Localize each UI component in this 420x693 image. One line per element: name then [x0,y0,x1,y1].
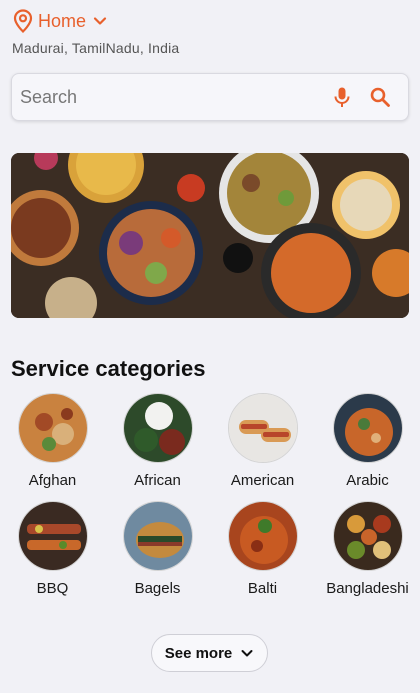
category-image[interactable] [332,393,403,463]
see-more-button[interactable]: See more [151,634,268,672]
category-label: Bagels [134,580,181,597]
category-label: Balti [247,580,278,597]
category-image[interactable] [122,393,193,463]
category-african[interactable]: African [105,393,210,489]
category-image[interactable] [17,501,88,571]
category-label: Bangladeshi [326,580,409,597]
category-label: African [134,472,181,489]
category-image[interactable] [332,501,403,571]
location-pin-icon [12,9,34,34]
search-icon[interactable] [368,85,392,109]
category-bangladeshi[interactable]: Bangladeshi [315,501,420,597]
category-label: BBQ [36,580,69,597]
category-afghan[interactable]: Afghan [0,393,105,489]
category-american[interactable]: American [210,393,315,489]
category-grid: Afghan African American Arabic BBQ Bagel… [0,393,420,597]
category-bagels[interactable]: Bagels [105,501,210,597]
category-image[interactable] [17,393,88,463]
mic-icon[interactable] [330,85,354,109]
category-label: Afghan [28,472,77,489]
search-input[interactable] [18,76,330,118]
location-selector[interactable]: Home [12,8,408,34]
location-header: Home Madurai, TamilNadu, India [12,8,408,56]
search-bar[interactable] [11,73,409,121]
chevron-down-icon[interactable] [92,13,108,29]
category-image[interactable] [122,501,193,571]
service-categories-title: Service categories [11,356,206,381]
category-balti[interactable]: Balti [210,501,315,597]
category-label: Arabic [346,472,389,489]
category-label: American [230,472,295,489]
see-more-label: See more [164,644,233,662]
category-image[interactable] [227,501,298,571]
location-address: Madurai, TamilNadu, India [12,40,180,56]
location-label[interactable]: Home [38,11,86,32]
category-arabic[interactable]: Arabic [315,393,420,489]
category-bbq[interactable]: BBQ [0,501,105,597]
food-banner-image[interactable] [11,153,409,318]
category-image[interactable] [227,393,298,463]
chevron-down-icon [240,646,254,660]
